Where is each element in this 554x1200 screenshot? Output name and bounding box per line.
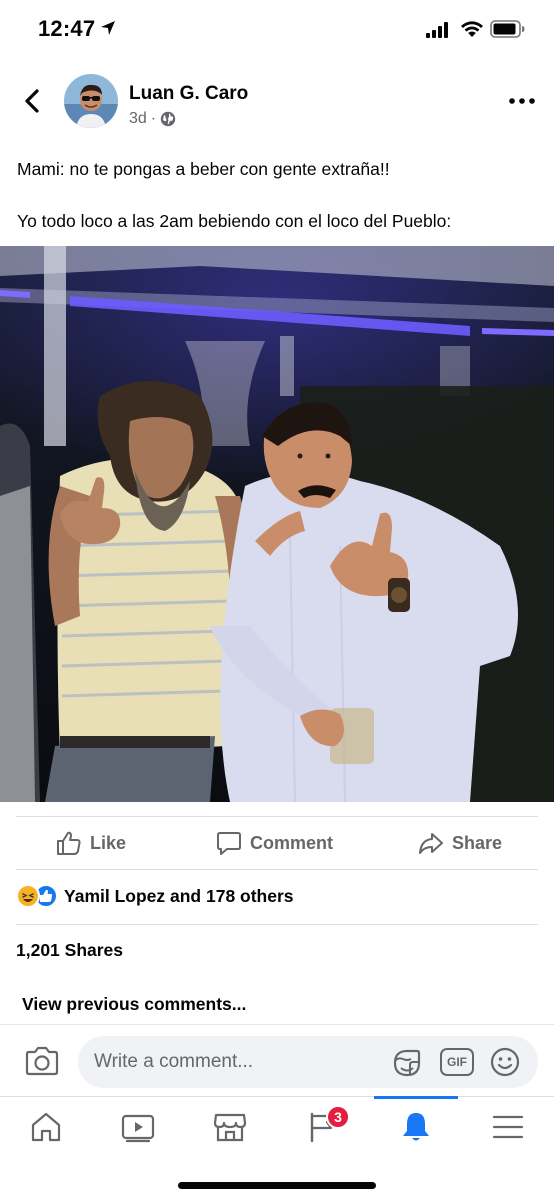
watch-tab[interactable] (108, 1107, 168, 1147)
home-icon (31, 1112, 61, 1142)
location-arrow-icon (101, 21, 115, 35)
share-label: Share (452, 832, 503, 853)
cellular-signal-icon (426, 22, 448, 38)
post-text: Mami: no te pongas a beber con gente ext… (17, 156, 537, 234)
emoji-icon[interactable] (488, 1045, 522, 1079)
facebook-post-screen: 12:47 Luan G. Caro 3d · Mami: no te pong… (0, 0, 554, 1200)
shares-count[interactable]: 1,201 Shares (16, 940, 123, 961)
gif-label: GIF (447, 1055, 467, 1069)
comment-composer: GIF (0, 1024, 554, 1096)
comment-input[interactable] (94, 1036, 384, 1088)
meta-separator: · (150, 110, 157, 127)
bell-icon (403, 1113, 429, 1141)
post-text-line-1: Mami: no te pongas a beber con gente ext… (17, 159, 390, 179)
reactions-text: Yamil Lopez and 178 others (64, 885, 294, 906)
watch-icon (121, 1114, 155, 1143)
more-options-button[interactable] (506, 92, 540, 110)
globe-icon (160, 111, 176, 127)
reactions-summary[interactable]: Yamil Lopez and 178 others (16, 884, 294, 908)
author-name[interactable]: Luan G. Caro (129, 83, 248, 105)
gif-button[interactable]: GIF (440, 1048, 474, 1076)
comment-button[interactable]: Comment (216, 828, 333, 858)
divider (16, 816, 538, 817)
divider (16, 924, 538, 925)
marketplace-icon (213, 1113, 247, 1142)
divider (16, 869, 538, 870)
author-avatar[interactable] (64, 74, 118, 128)
comment-bubble-icon (217, 832, 241, 855)
home-tab[interactable] (16, 1107, 76, 1147)
hamburger-menu-icon (492, 1115, 524, 1139)
post-meta: 3d · (129, 110, 176, 128)
home-indicator (178, 1182, 376, 1189)
post-timestamp[interactable]: 3d (129, 110, 147, 128)
post-text-line-2: Yo todo loco a las 2am bebiendo con el l… (17, 211, 452, 231)
comment-label: Comment (250, 832, 334, 853)
status-time: 12:47 (38, 16, 96, 41)
thumbs-up-icon (57, 831, 81, 855)
camera-icon[interactable] (24, 1045, 60, 1077)
back-button[interactable] (18, 86, 48, 116)
post-photo[interactable] (0, 246, 554, 802)
like-button[interactable]: Like (56, 828, 126, 858)
notifications-tab[interactable] (386, 1107, 446, 1147)
share-button[interactable]: Share (418, 828, 502, 858)
comment-input-container: GIF (78, 1036, 538, 1088)
notification-badge: 3 (326, 1105, 350, 1129)
menu-tab[interactable] (478, 1107, 538, 1147)
sticker-icon[interactable] (390, 1046, 424, 1080)
wifi-icon (461, 21, 483, 37)
active-tab-indicator (374, 1096, 458, 1099)
haha-reaction-icon (16, 884, 40, 908)
status-bar: 12:47 (0, 0, 554, 62)
like-label: Like (90, 832, 127, 853)
marketplace-tab[interactable] (200, 1107, 260, 1147)
view-previous-comments-link[interactable]: View previous comments... (22, 994, 246, 1015)
share-arrow-icon (419, 833, 443, 854)
battery-icon (490, 20, 525, 38)
